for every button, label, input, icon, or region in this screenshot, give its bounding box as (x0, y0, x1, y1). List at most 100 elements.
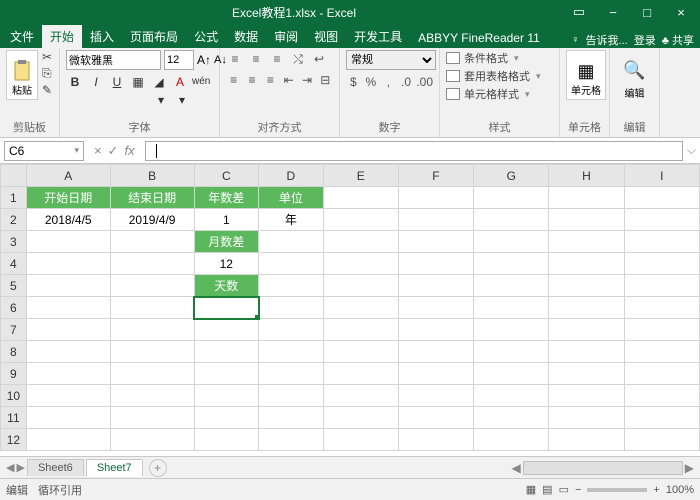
row-header[interactable]: 8 (1, 341, 27, 363)
fill-color-icon[interactable]: ◢▾ (150, 73, 168, 91)
row-header[interactable]: 9 (1, 363, 27, 385)
tab-layout[interactable]: 页面布局 (122, 25, 186, 48)
fx-icon[interactable]: fx (125, 143, 135, 159)
spreadsheet-grid[interactable]: A B C D E F G H I 1 开始日期 结束日期 年数差 单位 2 2… (0, 164, 700, 451)
sheet-tab[interactable]: Sheet6 (27, 459, 84, 476)
login[interactable]: 登录 (634, 32, 656, 48)
inc-dec-icon[interactable]: .0 (399, 73, 414, 91)
align-right-icon[interactable]: ≡ (263, 71, 278, 89)
cell[interactable] (398, 209, 473, 231)
cell[interactable] (259, 407, 324, 429)
cell[interactable] (259, 429, 324, 451)
cell[interactable] (110, 429, 194, 451)
cell[interactable] (323, 297, 398, 319)
cell[interactable] (549, 385, 624, 407)
cell[interactable] (549, 209, 624, 231)
cell[interactable] (624, 275, 699, 297)
tab-file[interactable]: 文件 (2, 25, 42, 48)
indent-inc-icon[interactable]: ⇥ (299, 71, 314, 89)
cancel-icon[interactable]: × (94, 143, 102, 159)
view-break-icon[interactable]: ▭ (559, 483, 569, 496)
copy-icon[interactable]: ⎘ (42, 66, 52, 81)
cell[interactable] (474, 187, 549, 209)
cell[interactable] (624, 253, 699, 275)
col-header[interactable]: C (194, 165, 259, 187)
cell[interactable] (110, 407, 194, 429)
indent-dec-icon[interactable]: ⇤ (281, 71, 296, 89)
cell[interactable] (474, 297, 549, 319)
comma-icon[interactable]: , (381, 73, 396, 91)
zoom-level[interactable]: 100% (666, 484, 694, 496)
expand-fbar-icon[interactable]: ⌵ (687, 143, 696, 158)
ribbon-opts-icon[interactable]: ▭ (564, 3, 594, 21)
col-header[interactable]: F (398, 165, 473, 187)
cell[interactable] (323, 253, 398, 275)
cell[interactable] (259, 297, 324, 319)
row-header[interactable]: 11 (1, 407, 27, 429)
cell[interactable] (398, 341, 473, 363)
wrap-icon[interactable]: ↩ (310, 50, 328, 68)
cell[interactable] (323, 385, 398, 407)
cell[interactable] (549, 407, 624, 429)
cell[interactable] (398, 253, 473, 275)
tab-dev[interactable]: 开发工具 (346, 25, 410, 48)
cell[interactable] (624, 363, 699, 385)
cell[interactable] (259, 385, 324, 407)
tab-data[interactable]: 数据 (226, 25, 266, 48)
add-sheet-icon[interactable]: + (149, 459, 167, 477)
cell[interactable] (549, 275, 624, 297)
align-bot-icon[interactable]: ≡ (268, 50, 286, 68)
col-header[interactable]: G (474, 165, 549, 187)
row-header[interactable]: 2 (1, 209, 27, 231)
cell[interactable] (194, 363, 259, 385)
cell[interactable] (259, 275, 324, 297)
zoom-out-icon[interactable]: − (575, 484, 581, 496)
cut-icon[interactable]: ✂ (42, 50, 52, 64)
cell[interactable] (549, 341, 624, 363)
name-box[interactable]: C6▾ (4, 141, 84, 161)
bold-button[interactable]: B (66, 73, 84, 91)
cell[interactable] (624, 297, 699, 319)
cell[interactable] (110, 275, 194, 297)
cell[interactable] (398, 231, 473, 253)
cell[interactable] (26, 275, 110, 297)
cell[interactable] (259, 253, 324, 275)
cell[interactable] (624, 407, 699, 429)
cell-selected[interactable] (194, 297, 259, 319)
row-header[interactable]: 7 (1, 319, 27, 341)
row-header[interactable]: 10 (1, 385, 27, 407)
cell[interactable]: 2018/4/5 (26, 209, 110, 231)
cell[interactable] (323, 209, 398, 231)
enter-icon[interactable]: ✓ (108, 143, 119, 159)
cell[interactable] (398, 297, 473, 319)
align-left-icon[interactable]: ≡ (226, 71, 241, 89)
cell[interactable] (26, 363, 110, 385)
cell[interactable] (398, 187, 473, 209)
orientation-icon[interactable]: ⤭ (289, 50, 307, 68)
cell[interactable] (549, 319, 624, 341)
cell[interactable] (323, 363, 398, 385)
cell[interactable] (110, 363, 194, 385)
find-icon[interactable]: 🔍 (616, 60, 653, 81)
row-header[interactable]: 12 (1, 429, 27, 451)
cell[interactable] (194, 341, 259, 363)
brush-icon[interactable]: ✎ (42, 83, 52, 97)
cells-button[interactable]: ▦ 单元格 (566, 50, 606, 100)
row-header[interactable]: 4 (1, 253, 27, 275)
cell-style-button[interactable]: 单元格样式▾ (446, 86, 553, 102)
align-top-icon[interactable]: ≡ (226, 50, 244, 68)
tellme[interactable]: 告诉我... (586, 32, 628, 48)
cell[interactable] (323, 429, 398, 451)
font-color-icon[interactable]: A▾ (171, 73, 189, 91)
dec-dec-icon[interactable]: .00 (416, 73, 433, 91)
cell[interactable] (323, 341, 398, 363)
cell[interactable] (549, 253, 624, 275)
cell[interactable] (323, 231, 398, 253)
cell[interactable] (549, 297, 624, 319)
close-icon[interactable]: × (666, 3, 696, 21)
maximize-icon[interactable]: □ (632, 3, 662, 21)
italic-button[interactable]: I (87, 73, 105, 91)
cell[interactable] (26, 319, 110, 341)
cell[interactable]: 月数差 (194, 231, 259, 253)
col-header[interactable]: E (323, 165, 398, 187)
